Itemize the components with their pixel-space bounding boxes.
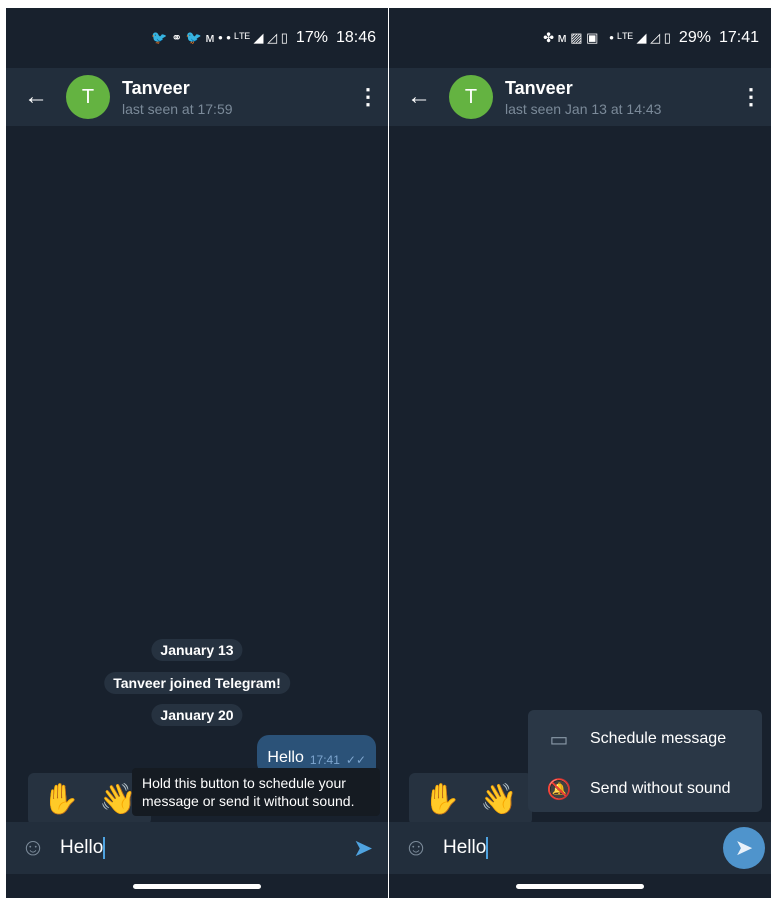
- home-handle[interactable]: [133, 884, 261, 889]
- clock: 18:46: [335, 29, 376, 46]
- contact-name: Tanveer: [122, 77, 190, 98]
- chat-screen-left: 🐦 ⚭ 🐦 ᴍ • • ᴸᵀᴱ ◢ ◿ ▯ 17% 18:46 ← T Tanv…: [6, 8, 388, 898]
- message-input[interactable]: Hello: [60, 836, 338, 859]
- message-input-bar: ☺ Hello ➤: [389, 822, 771, 874]
- notification-icons: 🐦 ⚭ 🐦 ᴍ • • ᴸᵀᴱ ◢ ◿ ▯: [151, 30, 288, 45]
- send-icon: ➤: [734, 835, 754, 860]
- last-seen: last seen Jan 13 at 14:43: [505, 100, 662, 117]
- notification-icons: ✤ ᴍ ▨ ▣ • ᴸᵀᴱ ◢ ◿ ▯: [543, 30, 671, 45]
- chat-header: ← T Tanveer last seen Jan 13 at 14:43 ⋮: [389, 68, 771, 126]
- battery-percent: 29%: [678, 29, 711, 46]
- menu-item-send-without-sound[interactable]: 🔕 Send without sound: [528, 764, 762, 814]
- nav-bar: [6, 874, 388, 898]
- emoji-icon[interactable]: ☺: [6, 834, 60, 862]
- avatar[interactable]: T: [66, 75, 110, 119]
- emoji-suggestion[interactable]: ✋: [42, 782, 79, 817]
- menu-item-label: Schedule message: [590, 730, 727, 747]
- emoji-icon[interactable]: ☺: [389, 834, 443, 862]
- contact-name: Tanveer: [505, 77, 573, 98]
- avatar[interactable]: T: [449, 75, 493, 119]
- status-bar: ✤ ᴍ ▨ ▣ • ᴸᵀᴱ ◢ ◿ ▯ 29% 17:41: [389, 8, 771, 68]
- menu-item-label: Send without sound: [590, 780, 731, 797]
- contact-info[interactable]: Tanveer last seen at 17:59: [122, 78, 348, 117]
- date-pill: January 20: [151, 704, 243, 726]
- send-options-menu: ▭ Schedule message 🔕 Send without sound: [528, 710, 762, 812]
- send-button[interactable]: ➤: [723, 827, 765, 869]
- chat-screen-right: ✤ ᴍ ▨ ▣ • ᴸᵀᴱ ◢ ◿ ▯ 29% 17:41 ← T Tanvee…: [389, 8, 771, 898]
- message-input-bar: ☺ Hello ➤: [6, 822, 388, 874]
- bell-off-icon: 🔕: [546, 778, 572, 801]
- contact-info[interactable]: Tanveer last seen Jan 13 at 14:43: [505, 78, 731, 117]
- message-text: Hello: [267, 749, 304, 766]
- emoji-suggestion[interactable]: ✋: [423, 782, 460, 817]
- back-arrow-icon[interactable]: ←: [389, 83, 449, 111]
- home-handle[interactable]: [516, 884, 644, 889]
- calendar-icon: ▭: [549, 728, 569, 751]
- status-bar: 🐦 ⚭ 🐦 ᴍ • • ᴸᵀᴱ ◢ ◿ ▯ 17% 18:46: [6, 8, 388, 68]
- last-seen: last seen at 17:59: [122, 100, 233, 117]
- battery-percent: 17%: [295, 29, 328, 46]
- date-pill: January 13: [151, 639, 243, 661]
- emoji-suggestion[interactable]: 👋: [480, 782, 517, 817]
- message-input[interactable]: Hello: [443, 836, 723, 859]
- send-icon[interactable]: ➤: [338, 834, 388, 863]
- chat-header: ← T Tanveer last seen at 17:59 ⋮: [6, 68, 388, 126]
- message-time: 17:41: [309, 753, 340, 767]
- service-message: Tanveer joined Telegram!: [104, 672, 290, 694]
- double-check-icon: ✓✓: [345, 753, 366, 767]
- back-arrow-icon[interactable]: ←: [6, 83, 66, 111]
- menu-item-schedule-message[interactable]: ▭ Schedule message: [528, 714, 762, 764]
- clock: 17:41: [718, 29, 759, 46]
- nav-bar: [389, 874, 771, 898]
- more-options-icon[interactable]: ⋮: [731, 84, 771, 110]
- more-options-icon[interactable]: ⋮: [348, 84, 388, 110]
- emoji-suggestions: ✋ 👋: [409, 773, 532, 825]
- send-tooltip: Hold this button to schedule your messag…: [132, 768, 380, 816]
